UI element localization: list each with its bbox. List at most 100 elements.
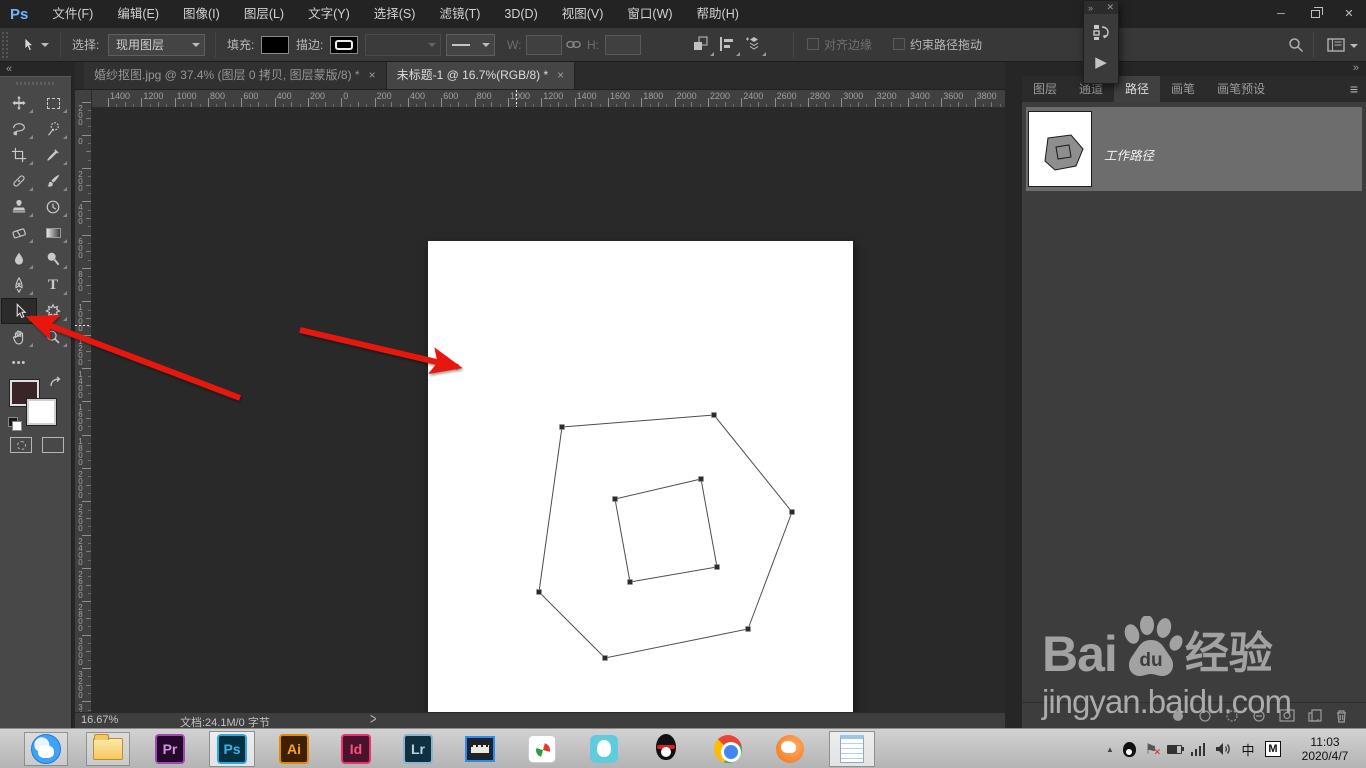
path-selection-tool[interactable] [1,298,37,324]
path-anchor-point[interactable] [714,564,720,570]
square-path[interactable] [614,478,718,583]
status-options-chevron[interactable]: > [370,712,376,729]
eraser-tool[interactable] [2,221,36,245]
menu-item[interactable]: 窗口(W) [615,0,684,28]
zoom-tool[interactable] [36,325,70,349]
menu-item[interactable]: 编辑(E) [105,0,171,28]
pen-tool[interactable] [2,273,36,297]
background-color-swatch[interactable] [26,398,57,426]
toolbar-grip[interactable] [16,82,56,85]
hexagon-path[interactable] [538,414,793,659]
make-work-path-icon[interactable] [1252,709,1266,723]
blur-tool[interactable] [2,247,36,271]
close-tab-icon[interactable]: × [369,62,376,89]
quick-mask-button[interactable] [10,437,32,453]
document-tab[interactable]: 婚纱抠图.jpg @ 37.4% (图层 0 拷贝, 图层蒙版/8) * × [84,62,387,89]
tray-volume-icon[interactable] [1210,742,1236,756]
panel-tab[interactable]: 路径 [1114,76,1161,102]
document-tab[interactable]: 未标题-1 @ 16.7%(RGB/8) * × [386,62,576,89]
search-icon[interactable] [1288,37,1304,58]
taskbar-indesign[interactable]: Id [325,729,387,768]
history-panel-icon[interactable] [1092,23,1110,46]
tool-preset-chevron-icon[interactable] [41,43,49,47]
tool-preset-icon[interactable] [20,37,36,53]
menu-item[interactable]: 图层(L) [232,0,296,28]
taskbar-qq-browser[interactable] [15,729,77,768]
add-mask-icon[interactable] [1279,709,1295,722]
taskbar-lightroom[interactable]: Lr [387,729,449,768]
rectangular-marquee-tool[interactable] [36,91,70,115]
taskbar-premiere[interactable]: Pr [139,729,201,768]
taskbar-tutu-app[interactable] [573,729,635,768]
chevron-down-icon[interactable] [1350,44,1358,48]
tray-expand-icon[interactable]: ▲ [1102,745,1118,754]
zoom-level[interactable]: 16.67% [81,714,118,726]
expand-panel-icon[interactable]: » [1088,3,1093,13]
vertical-ruler[interactable]: 200 0 200 400 600 800 1000 1200 1400 1600 1800 2000… [75,90,92,712]
eyedropper-tool[interactable] [36,143,70,167]
hand-tool[interactable] [2,325,36,349]
menu-item[interactable]: 选择(S) [362,0,428,28]
taskbar-video-editor[interactable] [449,729,511,768]
brush-tool[interactable] [36,169,70,193]
path-alignment-icon[interactable] [719,36,740,56]
tray-clock[interactable]: 11:03 2020/4/7 [1286,735,1364,763]
horizontal-ruler[interactable]: 1400 1200 1000 800 600 400 200 0 200 400 600 800 100… [92,90,1005,108]
path-thumbnail[interactable] [1028,111,1092,187]
path-anchor-point[interactable] [698,476,704,482]
spot-healing-brush-tool[interactable] [2,169,36,193]
type-tool[interactable]: T [36,273,70,297]
workspace-switcher-icon[interactable] [1327,38,1345,57]
history-brush-tool[interactable] [36,195,70,219]
path-operations-icon[interactable] [693,36,714,56]
menu-item[interactable]: 帮助(H) [685,0,751,28]
link-dimensions-icon[interactable] [566,37,581,55]
screen-mode-button[interactable] [42,437,64,453]
clone-stamp-tool[interactable] [2,195,36,219]
menu-item[interactable]: 文字(Y) [296,0,362,28]
close-tab-icon[interactable]: × [557,62,564,89]
tray-ime-indicator[interactable]: 中 [1236,740,1260,759]
taskbar-cheetah-browser[interactable] [759,729,821,768]
path-anchor-point[interactable] [536,589,542,595]
constrain-path-drag-checkbox[interactable] [893,38,905,50]
select-mode-dropdown[interactable]: 现用图层 [108,34,205,56]
actions-panel-icon[interactable]: ▶ [1095,55,1107,70]
dodge-tool[interactable] [36,247,70,271]
taskbar-illustrator[interactable]: Ai [263,729,325,768]
tray-network-signal-icon[interactable] [1186,742,1210,756]
swap-colors-icon[interactable] [48,375,62,394]
tray-qq-icon[interactable] [1118,741,1140,757]
quick-selection-tool[interactable] [36,117,70,141]
menu-item[interactable]: 3D(D) [492,0,549,28]
menu-item[interactable]: 滤镜(T) [427,0,492,28]
tray-security-flag-icon[interactable]: ⚑ ✕ [1140,741,1162,758]
tray-language-badge[interactable]: M [1260,741,1286,757]
path-anchor-point[interactable] [789,509,795,515]
panel-tab[interactable]: 画笔 [1160,76,1206,102]
path-anchor-point[interactable] [745,626,751,632]
menu-item[interactable]: 视图(V) [550,0,616,28]
menu-item[interactable]: 图像(I) [171,0,232,28]
taskbar-notepad[interactable] [821,729,883,768]
options-grip[interactable] [2,32,9,58]
collapse-panels-icon[interactable]: » [1353,62,1359,74]
taskbar-chrome[interactable] [697,729,759,768]
restore-button[interactable] [1298,0,1332,28]
custom-shape-tool[interactable] [36,299,70,323]
move-tool[interactable] [2,91,36,115]
panel-tab[interactable]: 画笔预设 [1206,76,1276,102]
menu-item[interactable]: 文件(F) [40,0,105,28]
lasso-tool[interactable] [2,117,36,141]
collapse-toolbar-icon[interactable]: « [6,63,12,75]
work-path-row[interactable]: 工作路径 [1026,107,1362,191]
path-arrangement-icon[interactable] [745,36,766,56]
tray-battery-icon[interactable] [1162,744,1186,754]
canvas-area[interactable] [92,108,1005,768]
panel-tab[interactable]: 图层 [1022,76,1068,102]
more-tools-button[interactable]: ••• [2,351,36,375]
fill-path-icon[interactable] [1171,709,1185,723]
path-anchor-point[interactable] [627,579,633,585]
minimize-button[interactable]: ─ [1264,0,1298,28]
path-anchor-point[interactable] [711,412,717,418]
